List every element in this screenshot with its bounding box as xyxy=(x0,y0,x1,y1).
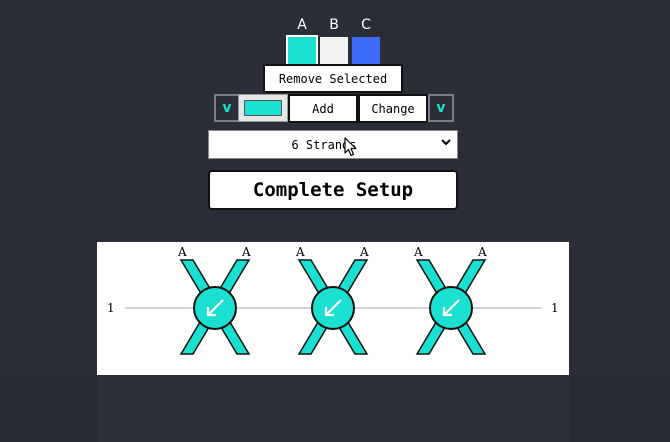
chevron-down-icon xyxy=(441,137,451,150)
change-button[interactable]: Change xyxy=(358,94,428,123)
strand-label-top-left-1: A xyxy=(295,245,305,259)
swatch-label-c: C xyxy=(361,17,371,33)
complete-setup-button[interactable]: Complete Setup xyxy=(208,170,458,210)
color-picker[interactable] xyxy=(238,94,288,122)
color-picker-swatch xyxy=(244,100,282,116)
pattern-preview: 1 1 A A A A A A xyxy=(97,242,569,375)
row-label-right: 1 xyxy=(551,301,559,315)
swatch-b[interactable] xyxy=(318,35,350,67)
background-panel xyxy=(97,375,569,442)
swatch-label-b: B xyxy=(329,17,339,33)
swatch-label-a: A xyxy=(297,17,307,33)
mouse-cursor-icon xyxy=(344,137,357,157)
pattern-diagram: 1 1 A A A A A A xyxy=(107,245,559,355)
strands-select[interactable]: 6 Strands xyxy=(208,130,458,159)
add-button[interactable]: Add xyxy=(288,94,358,123)
strands-select-value: 6 Strands xyxy=(291,138,357,152)
prev-color-button[interactable]: v xyxy=(214,94,240,122)
swatch-c[interactable] xyxy=(350,35,382,67)
next-color-button[interactable]: v xyxy=(428,94,454,122)
remove-selected-button[interactable]: Remove Selected xyxy=(263,64,403,93)
swatch-a[interactable] xyxy=(286,35,318,67)
strand-label-top-left-0: A xyxy=(177,245,187,259)
strand-label-top-left-2: A xyxy=(413,245,423,259)
row-label-left: 1 xyxy=(107,301,115,315)
strand-label-top-right-2: A xyxy=(477,245,487,259)
strand-label-top-right-0: A xyxy=(241,245,251,259)
strand-label-top-right-1: A xyxy=(359,245,369,259)
